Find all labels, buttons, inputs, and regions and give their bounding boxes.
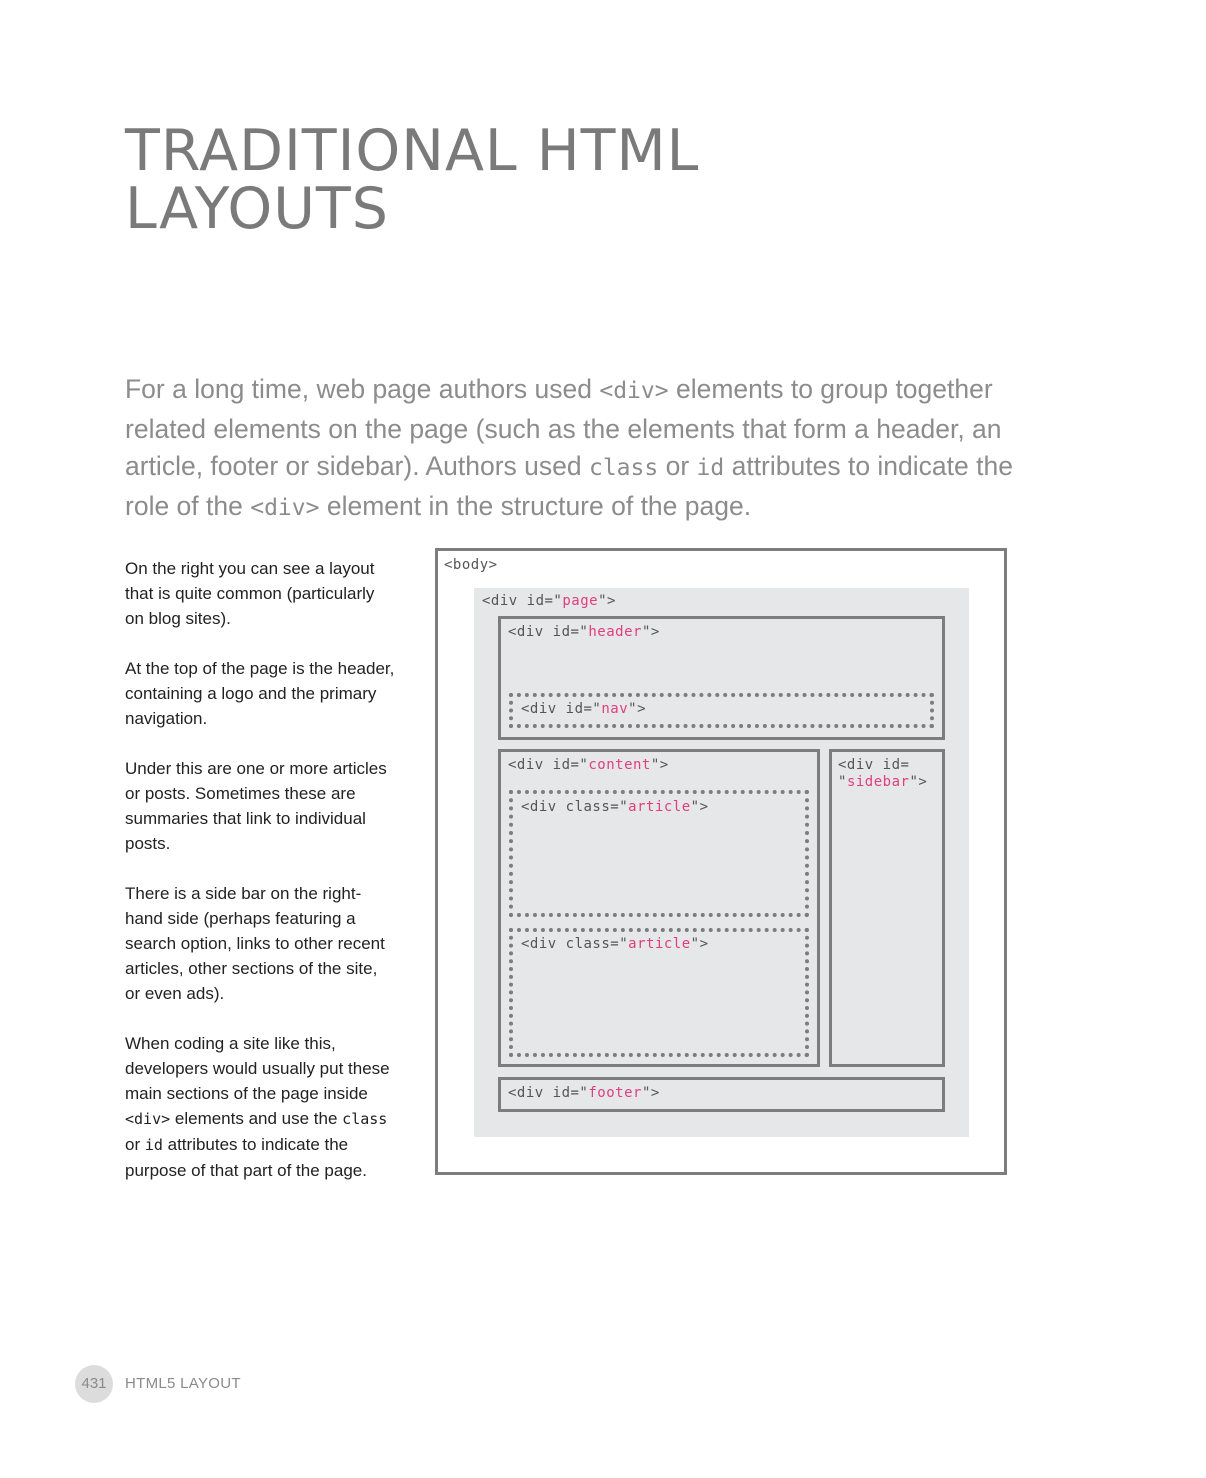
content-label: <div id="content"> xyxy=(508,757,669,773)
side-paragraph-2: At the top of the page is the header, co… xyxy=(125,659,395,728)
header-label: <div id="header"> xyxy=(508,624,660,640)
intro-text-1: For a long time, web page authors used xyxy=(125,374,600,404)
sidebar-box xyxy=(829,749,945,1067)
side-paragraph-1: On the right you can see a layout that i… xyxy=(125,559,375,628)
side-p5-code-id: id xyxy=(144,1136,163,1154)
layout-diagram: <body> <div id="page"> <div id="header">… xyxy=(435,548,1007,1175)
intro-code-id: id xyxy=(696,455,725,481)
intro-code-div-2: <div> xyxy=(250,494,320,521)
page-title: TRADITIONAL HTML LAYOUTS xyxy=(125,122,1025,238)
article-label-2: <div class="article"> xyxy=(521,936,709,952)
title-line-2: LAYOUTS xyxy=(125,176,389,242)
side-p5-code-class: class xyxy=(342,1110,388,1128)
nav-label: <div id="nav"> xyxy=(521,701,647,717)
side-p5-code-div: <div> xyxy=(125,1110,171,1128)
side-p5-text-c: or xyxy=(125,1135,145,1154)
article-label-1: <div class="article"> xyxy=(521,799,709,815)
page-number: 431 xyxy=(75,1365,113,1403)
intro-text-5: element in the structure of the page. xyxy=(319,490,752,521)
intro-text-3: or xyxy=(658,451,697,481)
side-column: On the right you can see a layout that i… xyxy=(125,556,395,1208)
side-paragraph-4: There is a side bar on the right-hand si… xyxy=(125,884,385,1003)
body-label: <body> xyxy=(444,557,498,573)
side-p5-text-b: elements and use the xyxy=(170,1109,343,1128)
side-paragraph-3: Under this are one or more articles or p… xyxy=(125,759,387,853)
side-paragraph-5: When coding a site like this, developers… xyxy=(125,1031,395,1183)
page-label: <div id="page"> xyxy=(482,593,616,609)
side-p5-text-a: When coding a site like this, developers… xyxy=(125,1034,390,1103)
sidebar-label: <div id= "sidebar"> xyxy=(838,757,928,790)
intro-code-div: <div> xyxy=(599,378,669,404)
title-line-1: TRADITIONAL HTML xyxy=(125,118,700,184)
footer-label: <div id="footer"> xyxy=(508,1085,660,1101)
intro-paragraph: For a long time, web page authors used <… xyxy=(125,371,1015,527)
intro-code-class: class xyxy=(588,455,659,481)
section-name: HTML5 LAYOUT xyxy=(125,1375,241,1392)
